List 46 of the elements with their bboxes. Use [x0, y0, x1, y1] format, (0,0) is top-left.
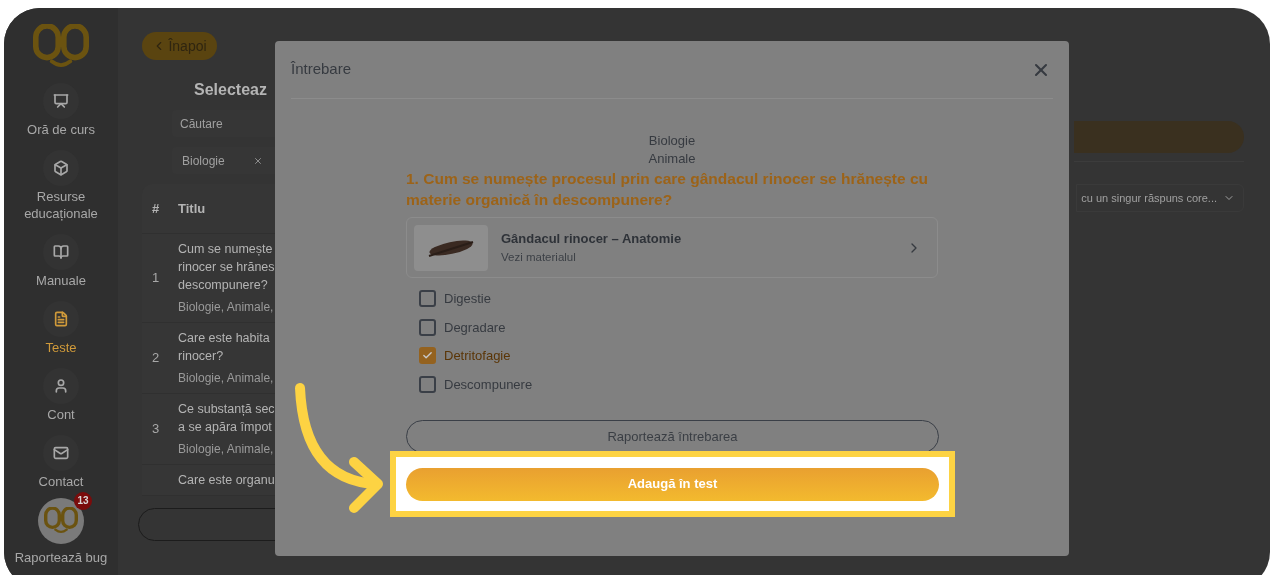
- material-title: Gândacul rinocer – Anatomie: [501, 230, 683, 249]
- lesson-icon: [53, 92, 69, 109]
- option-label: Digestie: [444, 290, 491, 308]
- resources-icon: [53, 159, 69, 176]
- column-header: #: [151, 199, 161, 218]
- option-label: Degradare: [444, 318, 506, 337]
- option-label: Descompunere: [444, 375, 533, 394]
- column-header: Titlu: [178, 199, 206, 218]
- checkbox[interactable]: [419, 318, 436, 336]
- row-number: 2: [151, 349, 161, 368]
- question-tags: Biologie, Animale,: [178, 298, 275, 316]
- contact-icon: [53, 444, 69, 461]
- checkbox[interactable]: [419, 347, 436, 365]
- sidebar-item[interactable]: Manuale: [6, 233, 116, 289]
- notification-badge: 13: [74, 491, 92, 510]
- page-heading: Selecteaz: [194, 80, 268, 100]
- checkbox[interactable]: [419, 375, 436, 393]
- mascot-icon: [44, 507, 78, 535]
- question-tags: Biologie, Animale,: [178, 440, 275, 458]
- sidebar-item[interactable]: Oră de curs: [6, 82, 116, 138]
- tests-icon: [53, 310, 69, 327]
- topic-label: Animale: [647, 150, 697, 168]
- question-tags: Biologie, Animale,: [178, 369, 274, 387]
- question-type-dropdown[interactable]: cu un singur răspuns core...: [1076, 184, 1244, 212]
- bug-report-label[interactable]: Raportează bug: [14, 547, 108, 568]
- question-text: 1. Cum se numește procesul prin care gândacul rinocer se hrănește cu materie organică în descompunere?: [406, 169, 930, 210]
- row-number: 1: [151, 269, 161, 288]
- question-title[interactable]: Cum se numește rinocer se hrănes descompunere?: [178, 240, 275, 294]
- sidebar-item[interactable]: Teste: [6, 300, 116, 356]
- account-icon: [53, 377, 69, 394]
- question-title[interactable]: Ce substanță sec a se apăra împot: [178, 400, 275, 436]
- material-card[interactable]: Gândacul rinocer – Anatomie Vezi materialul: [406, 217, 938, 278]
- option-label: Detritofagie: [444, 347, 511, 365]
- sidebar-item[interactable]: Contact: [6, 434, 116, 490]
- question-title[interactable]: Care este organu: [178, 471, 275, 489]
- clear-icon: [252, 155, 263, 166]
- logo-icon: [33, 24, 89, 69]
- row-number: 3: [151, 420, 161, 439]
- modal-title: Întrebare: [291, 59, 352, 80]
- question-title[interactable]: Care este habita rinocer?: [178, 329, 274, 365]
- books-icon: [53, 243, 69, 260]
- material-subtitle: Vezi materialul: [501, 249, 577, 265]
- sidebar-item[interactable]: Resurse educaționale: [6, 149, 116, 222]
- checkbox[interactable]: [419, 290, 436, 308]
- subject-label: Biologie: [647, 132, 697, 150]
- sidebar-item[interactable]: Cont: [6, 367, 116, 423]
